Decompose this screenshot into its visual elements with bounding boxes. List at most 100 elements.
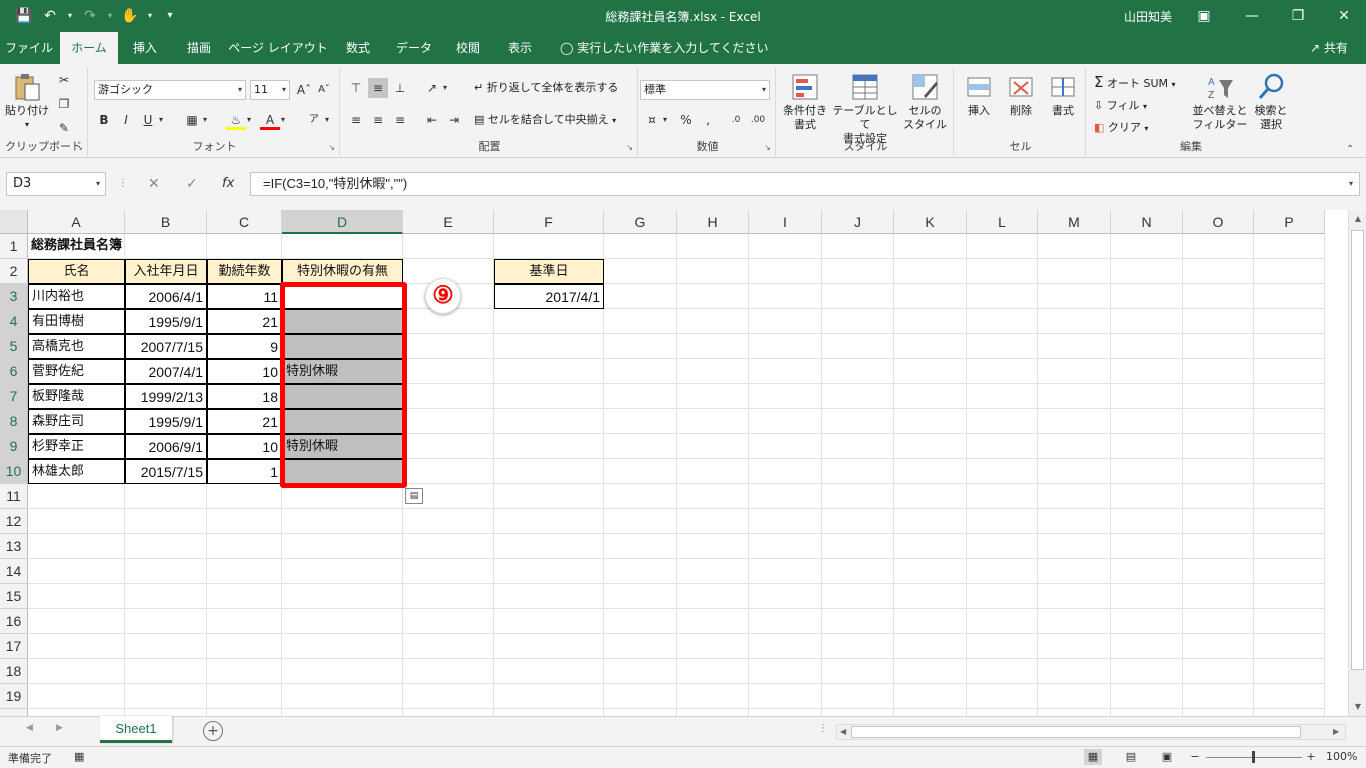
cell[interactable] [1111,634,1183,659]
table-data-cell[interactable]: 菅野佐紀 [28,359,125,384]
cell[interactable] [677,709,749,716]
cell[interactable] [125,234,207,259]
column-header-k[interactable]: K [894,210,967,234]
split-handle-icon[interactable]: ⋮ [818,723,828,734]
cell[interactable] [677,484,749,509]
cell[interactable] [604,609,677,634]
cell[interactable] [282,534,403,559]
cell[interactable] [967,659,1038,684]
cell[interactable] [677,559,749,584]
cell[interactable] [494,334,604,359]
cell[interactable] [403,334,494,359]
cell[interactable] [822,584,894,609]
font-size-combo[interactable]: 11 ▾ [250,80,290,100]
cell[interactable] [604,559,677,584]
cell[interactable] [207,634,282,659]
row-header-11[interactable]: 11 [0,484,28,509]
cell[interactable] [1183,559,1254,584]
row-header-8[interactable]: 8 [0,409,28,434]
table-data-cell[interactable]: 11 [207,284,282,309]
cell[interactable] [1183,334,1254,359]
cell[interactable] [822,559,894,584]
font-color-icon[interactable]: A [260,110,280,130]
cell[interactable] [1038,284,1111,309]
cell[interactable] [967,459,1038,484]
table-data-cell[interactable]: 18 [207,384,282,409]
cell[interactable] [494,684,604,709]
cell[interactable] [207,484,282,509]
cell[interactable] [1111,484,1183,509]
cell[interactable] [677,409,749,434]
prev-sheet-icon[interactable]: ◀ [26,723,33,733]
cell[interactable] [604,584,677,609]
cell[interactable] [1038,434,1111,459]
row-header-14[interactable]: 14 [0,559,28,584]
zoom-in-icon[interactable]: + [1302,749,1320,765]
italic-button[interactable]: I [116,110,136,130]
table-data-cell[interactable]: 林雄太郎 [28,459,125,484]
row-header-15[interactable]: 15 [0,584,28,609]
cell[interactable] [403,359,494,384]
cell[interactable] [822,534,894,559]
quick-analysis-icon[interactable]: ▤ [405,488,423,504]
cell[interactable] [1183,659,1254,684]
cell[interactable] [967,559,1038,584]
cell[interactable] [1183,634,1254,659]
table-data-cell[interactable]: 2015/7/15 [125,459,207,484]
cell[interactable] [403,609,494,634]
row-header-4[interactable]: 4 [0,309,28,334]
cell[interactable] [1111,284,1183,309]
cell[interactable] [494,309,604,334]
column-header-l[interactable]: L [967,210,1038,234]
cell[interactable] [1254,509,1325,534]
cell[interactable] [967,484,1038,509]
cell[interactable] [1038,684,1111,709]
cell[interactable] [604,359,677,384]
cell[interactable] [125,684,207,709]
row-header-3[interactable]: 3 [0,284,28,309]
cell[interactable] [1254,284,1325,309]
tab-view[interactable]: 表示 [498,32,542,64]
ribbon-display-options-icon[interactable]: ▣ [1190,4,1218,28]
cell[interactable] [604,384,677,409]
formula-input[interactable]: =IF(C3=10,"特別休暇","") ▾ [250,172,1360,196]
cell[interactable] [1038,359,1111,384]
cell[interactable] [749,384,822,409]
bottom-align-icon[interactable]: ⊥ [390,78,410,98]
column-header-h[interactable]: H [677,210,749,234]
table-header-cell[interactable]: 特別休暇の有無 [282,259,403,284]
merge-center-button[interactable]: ▤ セルを結合して中央揃え ▾ [474,110,616,130]
select-all-corner[interactable] [0,210,28,234]
align-right-icon[interactable]: ≡ [390,110,410,130]
cell[interactable] [749,509,822,534]
cell[interactable] [403,584,494,609]
cell[interactable] [1111,384,1183,409]
cell[interactable] [403,559,494,584]
cell[interactable] [1038,334,1111,359]
table-data-cell[interactable]: 1 [207,459,282,484]
row-header-20[interactable]: 20 [0,709,28,716]
cell[interactable] [604,459,677,484]
cell[interactable] [1111,509,1183,534]
cell[interactable] [1254,334,1325,359]
cell[interactable] [894,359,967,384]
dialog-launcher-icon[interactable]: ↘ [328,143,335,152]
cell[interactable] [1183,484,1254,509]
cell[interactable] [677,584,749,609]
row-header-16[interactable]: 16 [0,609,28,634]
cell[interactable] [749,459,822,484]
cell[interactable] [749,559,822,584]
cell[interactable] [28,484,125,509]
cell[interactable] [677,434,749,459]
cell[interactable] [894,634,967,659]
delete-cells-button[interactable]: 削除 [1002,72,1040,118]
table-data-cell[interactable]: 1999/2/13 [125,384,207,409]
cell[interactable] [494,609,604,634]
cell[interactable] [894,709,967,716]
fill-color-icon[interactable]: ♨ [226,110,246,130]
cell[interactable] [1254,409,1325,434]
cell[interactable] [282,559,403,584]
cell[interactable] [28,609,125,634]
cell[interactable] [403,659,494,684]
cell[interactable] [282,584,403,609]
